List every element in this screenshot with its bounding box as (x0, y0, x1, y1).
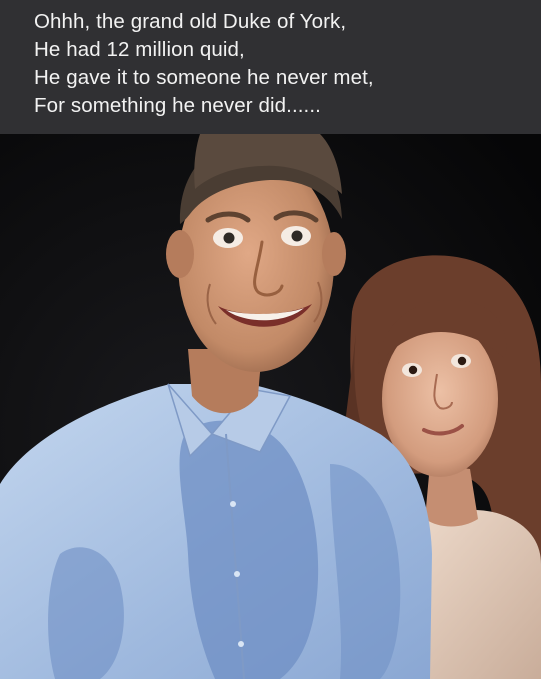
caption-block: Ohhh, the grand old Duke of York, He had… (0, 0, 541, 134)
man-ear-left (166, 230, 194, 278)
man-shirt-button-2 (234, 571, 240, 577)
caption-line-2: He had 12 million quid, (34, 38, 245, 61)
woman-pupil-left (408, 365, 418, 375)
man-ear-right (322, 232, 346, 276)
man-shirt-button-1 (230, 501, 236, 507)
caption-line-4: For something he never did...... (34, 94, 321, 117)
woman-pupil-right (457, 356, 467, 366)
man-shirt-button-3 (238, 641, 244, 647)
caption-line-1: Ohhh, the grand old Duke of York, (34, 10, 347, 33)
man-pupil-left (223, 232, 235, 244)
photo-illustration (0, 134, 541, 679)
caption-line-3: He gave it to someone he never met, (34, 66, 374, 89)
meme-post: Ohhh, the grand old Duke of York, He had… (0, 0, 541, 679)
man-pupil-right (291, 230, 303, 242)
photo (0, 134, 541, 679)
